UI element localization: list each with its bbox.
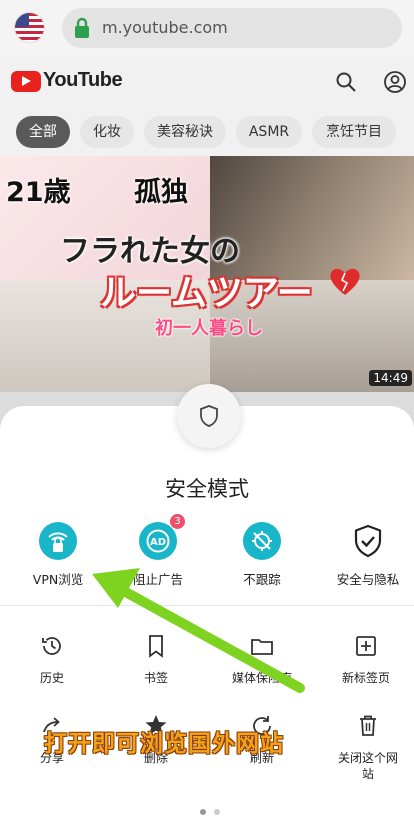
lock-icon (75, 17, 89, 38)
feature-security-privacy-label: 安全与隐私 (336, 572, 400, 587)
ad-block-icon: AD (146, 529, 170, 553)
url-text: m.youtube.com (102, 18, 228, 37)
menu-new-tab[interactable]: 新标签页 (316, 632, 414, 686)
no-tracking-icon (252, 531, 272, 551)
page-dot-active (200, 809, 206, 815)
menu-history[interactable]: 历史 (2, 632, 102, 686)
thumbnail-subtitle: 初一人暮らし (155, 318, 263, 339)
menu-media-vault-label: 媒体保险库 (231, 671, 292, 685)
video-thumbnail[interactable]: 21歳 孤独 フラれた女の ルームツアー 初一人暮らし 14:49 (0, 156, 414, 392)
address-bar[interactable]: m.youtube.com (62, 8, 402, 48)
feature-ad-block[interactable]: AD 阻止广告 (108, 522, 208, 588)
youtube-logo-icon[interactable] (11, 71, 41, 92)
menu-media-vault[interactable]: 媒体保险库 (212, 632, 312, 686)
feature-vpn[interactable]: VPN浏览 (8, 522, 108, 588)
menu-bookmarks-label: 书签 (143, 671, 168, 685)
new-tab-icon (356, 636, 376, 656)
annotation-text: 打开即可浏览国外网站 (44, 731, 284, 757)
chip-makeup[interactable]: 化妆 (80, 116, 134, 148)
shield-button[interactable] (177, 384, 241, 448)
menu-close-site[interactable]: 关闭这个网站 (318, 712, 414, 782)
thumbnail-title: ルームツアー (100, 273, 313, 314)
trash-icon (360, 715, 376, 736)
sheet-divider (0, 605, 414, 606)
history-icon (42, 637, 61, 655)
video-duration: 14:49 (369, 370, 412, 386)
feature-no-tracking-label: 不跟踪 (243, 572, 281, 587)
us-flag-icon[interactable] (15, 13, 44, 42)
folder-icon (251, 639, 273, 655)
search-icon[interactable] (334, 70, 358, 94)
page-dot (214, 809, 220, 815)
chip-beauty-tips[interactable]: 美容秘诀 (144, 116, 226, 148)
feature-security-privacy[interactable]: 安全与隐私 (318, 522, 414, 588)
menu-new-tab-label: 新标签页 (341, 671, 390, 685)
youtube-logo-text: YouTube (43, 69, 123, 91)
feature-no-tracking[interactable]: 不跟踪 (212, 522, 312, 588)
page-indicator (196, 800, 224, 819)
sheet-title: 安全模式 (165, 477, 249, 501)
svg-text:AD: AD (150, 537, 166, 548)
bookmark-icon (149, 635, 163, 658)
chip-cooking[interactable]: 烹饪节目 (312, 116, 396, 148)
broken-heart-icon (330, 268, 360, 295)
menu-bookmarks[interactable]: 书签 (106, 632, 206, 686)
chip-all[interactable]: 全部 (16, 116, 70, 148)
feature-ad-block-label: 阻止广告 (132, 572, 183, 587)
chip-asmr[interactable]: ASMR (236, 116, 302, 148)
youtube-header: YouTube (0, 56, 414, 110)
ad-count-badge: 3 (170, 514, 185, 529)
browser-toolbar: m.youtube.com (0, 0, 414, 56)
account-icon[interactable] (383, 70, 407, 94)
menu-history-label: 历史 (39, 671, 64, 685)
thumbnail-text: 孤独 (134, 177, 188, 208)
feature-vpn-label: VPN浏览 (32, 572, 84, 587)
thumbnail-text: 21歳 (6, 177, 71, 208)
shield-check-icon (354, 524, 382, 558)
thumbnail-quadrant (210, 156, 414, 280)
category-chips: 全部 化妆 美容秘诀 ASMR 烹饪节目 (0, 110, 414, 156)
wifi-lock-icon (48, 532, 68, 552)
shield-icon (200, 405, 218, 427)
menu-close-site-label: 关闭这个网站 (337, 751, 398, 781)
